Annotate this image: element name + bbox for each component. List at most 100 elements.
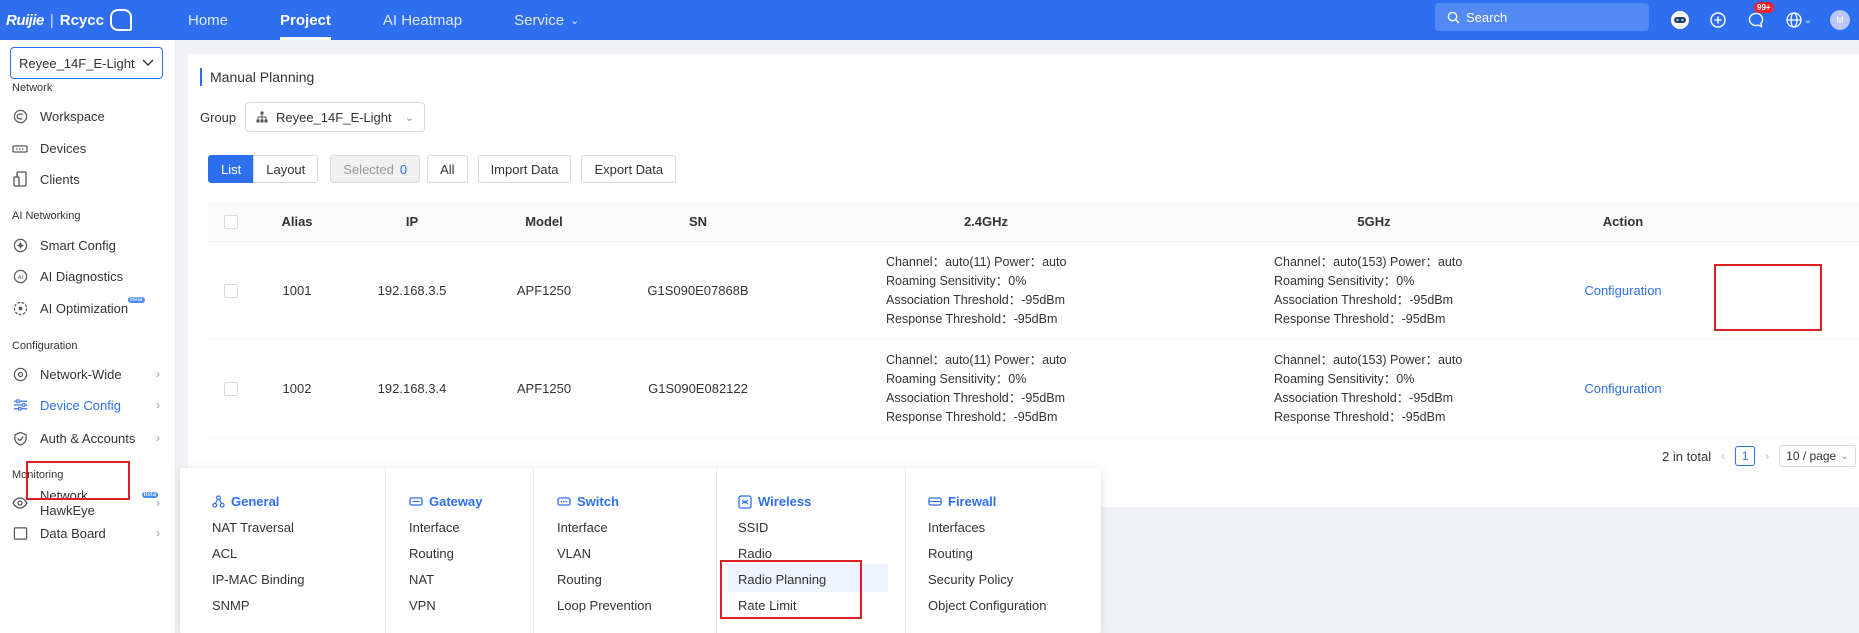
brand-mark-icon bbox=[109, 9, 132, 31]
group-select-value: Reyee_14F_E-Light bbox=[276, 109, 392, 125]
col-alias: Alias bbox=[281, 214, 313, 229]
menu-item-ssid[interactable]: SSID bbox=[738, 520, 768, 535]
menu-item-radio[interactable]: Radio bbox=[738, 546, 772, 561]
sidebar-item-smart-config[interactable]: Smart Config bbox=[0, 230, 170, 260]
pagination: 2 in total ‹ 1 › 10 / page ⌄ bbox=[1662, 445, 1856, 467]
svg-text:AI: AI bbox=[17, 274, 23, 280]
export-data-button[interactable]: Export Data bbox=[581, 155, 677, 183]
col-24ghz: 2.4GHz bbox=[963, 214, 1009, 229]
menu-item-switch-routing[interactable]: Routing bbox=[557, 572, 602, 587]
table-header: Alias IP Model SN 2.4GHz 5GHz Action bbox=[208, 202, 1859, 242]
chevron-right-icon: › bbox=[156, 496, 160, 510]
chevron-right-icon: › bbox=[156, 398, 160, 412]
sidebar-item-data-board[interactable]: Data Board › bbox=[0, 518, 170, 548]
nav-ai-heatmap[interactable]: AI Heatmap bbox=[357, 0, 488, 40]
selected-button: Selected 0 bbox=[330, 155, 421, 183]
row-checkbox[interactable] bbox=[224, 283, 238, 298]
cell-ip: 192.168.3.5 bbox=[377, 283, 447, 298]
logo[interactable]: Ruijie | Rcycc bbox=[0, 0, 150, 40]
configuration-link[interactable]: Configuration bbox=[1568, 283, 1678, 298]
brand-sub: Rcycc bbox=[59, 11, 104, 29]
devices-icon bbox=[12, 140, 28, 156]
sidebar-item-ai-optimization[interactable]: AI Optimization Beta bbox=[0, 293, 170, 323]
brand-name: Ruijie bbox=[6, 11, 44, 29]
import-data-button[interactable]: Import Data bbox=[477, 155, 572, 183]
sidebar-group-value: Reyee_14F_E-Light bbox=[19, 55, 135, 71]
menu-col-firewall: Firewall Interfaces Routing Security Pol… bbox=[906, 468, 1101, 633]
configuration-link[interactable]: Configuration bbox=[1568, 381, 1678, 396]
avatar[interactable]: M bbox=[1830, 10, 1850, 30]
menu-item-object-configuration[interactable]: Object Configuration bbox=[928, 598, 1047, 613]
wireless-icon bbox=[738, 494, 752, 509]
chevron-right-icon: › bbox=[156, 526, 160, 540]
sidebar-group-select[interactable]: Reyee_14F_E-Light bbox=[10, 47, 163, 79]
menu-item-snmp[interactable]: SNMP bbox=[212, 598, 250, 613]
device-config-icon bbox=[12, 397, 28, 413]
menu-item-firewall-interfaces[interactable]: Interfaces bbox=[928, 520, 985, 535]
menu-item-ip-mac-binding[interactable]: IP-MAC Binding bbox=[212, 572, 304, 587]
toolbar: List Layout Selected 0 All Import Data E… bbox=[208, 155, 677, 183]
nav-project[interactable]: Project bbox=[254, 0, 357, 40]
page-number[interactable]: 1 bbox=[1735, 446, 1756, 466]
message-icon[interactable]: 99+ bbox=[1744, 2, 1774, 32]
menu-item-vlan[interactable]: VLAN bbox=[557, 546, 591, 561]
menu-item-radio-planning[interactable]: Radio Planning bbox=[728, 564, 888, 592]
search-input[interactable]: Search bbox=[1435, 3, 1649, 31]
table-row: 1002 192.168.3.4 APF1250 G1S090E082122 C… bbox=[208, 340, 1859, 438]
sidebar-item-device-config[interactable]: Device Config › bbox=[0, 390, 170, 420]
selected-count: 0 bbox=[399, 161, 408, 177]
menu-item-firewall-routing[interactable]: Routing bbox=[928, 546, 973, 561]
section-network: Network bbox=[12, 82, 53, 94]
sidebar-item-ai-diagnostics[interactable]: AI AI Diagnostics bbox=[0, 261, 170, 291]
group-select[interactable]: Reyee_14F_E-Light ⌄ bbox=[245, 102, 425, 132]
top-icons: 99+ ⌄ M bbox=[1668, 0, 1850, 40]
menu-item-security-policy[interactable]: Security Policy bbox=[928, 572, 1013, 587]
search-placeholder: Search bbox=[1466, 9, 1508, 25]
menu-heading-firewall: Firewall bbox=[928, 494, 996, 509]
network-wide-icon bbox=[12, 366, 28, 382]
sidebar-item-workspace[interactable]: Workspace bbox=[0, 101, 170, 131]
nav-home[interactable]: Home bbox=[162, 0, 254, 40]
menu-heading-wireless: Wireless bbox=[738, 494, 811, 509]
ai-optimization-icon bbox=[12, 300, 28, 316]
menu-item-switch-interface[interactable]: Interface bbox=[557, 520, 608, 535]
topology-icon bbox=[212, 495, 225, 508]
hierarchy-icon bbox=[256, 111, 268, 123]
eye-icon bbox=[12, 495, 28, 511]
language-globe-icon[interactable]: ⌄ bbox=[1782, 8, 1816, 32]
menu-heading-gateway: Gateway bbox=[409, 494, 482, 509]
menu-item-nat-traversal[interactable]: NAT Traversal bbox=[212, 520, 294, 535]
next-page-icon[interactable]: › bbox=[1765, 449, 1769, 463]
layout-view-button[interactable]: Layout bbox=[253, 155, 319, 183]
menu-item-rate-limit[interactable]: Rate Limit bbox=[738, 598, 797, 613]
menu-item-vpn[interactable]: VPN bbox=[409, 598, 436, 613]
all-button[interactable]: All bbox=[427, 155, 468, 183]
menu-heading-general: General bbox=[212, 494, 279, 509]
robot-assistant-icon[interactable] bbox=[1668, 8, 1692, 32]
menu-item-acl[interactable]: ACL bbox=[212, 546, 237, 561]
select-all-checkbox[interactable] bbox=[224, 214, 238, 229]
page-size-select[interactable]: 10 / page ⌄ bbox=[1779, 445, 1856, 467]
menu-item-gateway-interface[interactable]: Interface bbox=[409, 520, 460, 535]
sidebar-item-network-wide[interactable]: Network-Wide › bbox=[0, 359, 170, 389]
col-ip: IP bbox=[405, 214, 419, 229]
table-row: 1001 192.168.3.5 APF1250 G1S090E07868B C… bbox=[208, 242, 1859, 340]
top-bar: Ruijie | Rcycc Home Project AI Heatmap S… bbox=[0, 0, 1859, 40]
menu-item-nat[interactable]: NAT bbox=[409, 572, 434, 587]
menu-item-loop-prevention[interactable]: Loop Prevention bbox=[557, 598, 652, 613]
list-view-button[interactable]: List bbox=[208, 155, 255, 183]
nav-service[interactable]: Service ⌄ bbox=[488, 0, 605, 40]
shield-check-icon bbox=[12, 430, 28, 446]
sidebar-item-network-hawkeye[interactable]: Network HawkEye Beta › bbox=[0, 488, 170, 518]
add-circle-icon[interactable] bbox=[1706, 8, 1730, 32]
sidebar-item-devices[interactable]: Devices bbox=[0, 133, 170, 163]
chevron-right-icon: › bbox=[156, 431, 160, 445]
cell-24ghz: Channel：auto(11) Power：auto Roaming Sens… bbox=[886, 352, 1067, 424]
sidebar-item-auth-accounts[interactable]: Auth & Accounts › bbox=[0, 423, 170, 453]
ai-diagnostics-icon: AI bbox=[12, 268, 28, 284]
row-checkbox[interactable] bbox=[224, 381, 238, 396]
menu-item-gateway-routing[interactable]: Routing bbox=[409, 546, 454, 561]
sidebar-item-clients[interactable]: Clients bbox=[0, 164, 170, 194]
clients-icon bbox=[12, 171, 28, 187]
prev-page-icon[interactable]: ‹ bbox=[1721, 449, 1725, 463]
